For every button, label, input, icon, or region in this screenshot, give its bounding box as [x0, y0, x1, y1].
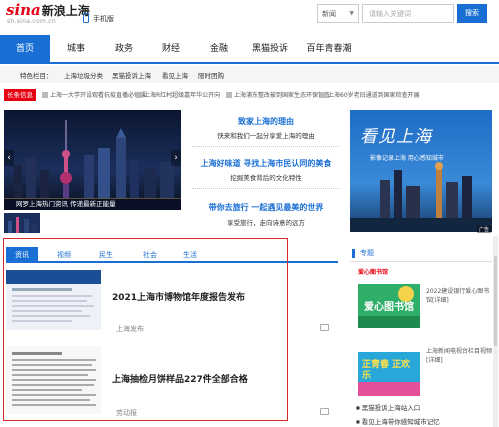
nav-item-finance[interactable]: 财经 [148, 35, 194, 64]
ticker-item[interactable]: 上海R红村超级嘉年华公开向 [136, 90, 220, 99]
thumbnail-icon [136, 92, 142, 98]
side-link[interactable]: 黑猫投诉上海站入口 [356, 402, 421, 412]
nav-item-home[interactable]: 首页 [0, 35, 50, 64]
mobile-version-link[interactable]: 手机版 [93, 14, 114, 24]
scrollbar[interactable] [493, 236, 498, 427]
feature-subtitle: 快来和我们一起分享爱上海的理由 [217, 132, 315, 140]
news-source: 上海发布 [116, 325, 144, 333]
sina-logo[interactable]: sina新浪上海 [6, 2, 90, 19]
topics-header: 专题 [350, 245, 492, 262]
special-link-complaints[interactable]: 黑猫投诉上海 [112, 70, 151, 80]
ad-badge: 广告 [477, 226, 492, 233]
search-input[interactable]: 请输入关键词 [362, 4, 454, 23]
topic-text[interactable]: 上海新闻电视台栏目视频[详细] [426, 347, 492, 365]
nav-item-youth[interactable]: 百年青春潮 [296, 35, 362, 64]
topic-text[interactable]: 2022建设银行爱心图书馆[详细] [426, 287, 492, 305]
ticker-item[interactable]: 上海60岁老旧通道到国家检查开展 [320, 90, 420, 99]
comment-icon[interactable] [320, 324, 329, 331]
feature-title[interactable]: 带你去旅行 一起遇见最美的世界 [182, 202, 350, 213]
search-button[interactable]: 搜索 [457, 4, 487, 23]
nav-item-government[interactable]: 政务 [101, 35, 147, 64]
nav-item-city[interactable]: 城事 [53, 35, 99, 64]
ticker-item[interactable]: 上海一大学开设观看抗疫直播必修课 [42, 90, 146, 99]
special-link-see-shanghai[interactable]: 看见上海 [162, 70, 188, 80]
scrollbar-thumb[interactable] [494, 256, 497, 346]
main-nav: 首页 城事 政务 财经 金融 黑猫投诉 百年青春潮 [0, 35, 499, 64]
news-ticker: 长条信息 上海一大学开设观看抗疫直播必修课 上海R红村超级嘉年华公开向 上海浦东… [0, 88, 499, 102]
news-source: 劳动报 [116, 409, 137, 417]
ticker-item[interactable]: 上海浦东整改被到国家生态环保督查 [226, 90, 330, 99]
news-title[interactable]: 2021上海市博物馆年度报告发布 [112, 290, 245, 303]
feature-subtitle: 挖掘美食背后的文化特性 [230, 174, 302, 182]
special-link-garbage[interactable]: 上海垃圾分类 [64, 70, 103, 80]
feature-title[interactable]: 上海好味道 寻找上海市民认同的美食 [182, 158, 350, 169]
chevron-left-icon[interactable]: ‹ [4, 150, 14, 166]
side-link[interactable]: 看见上海带你感知城市记忆 [356, 416, 440, 426]
special-columns-label: 特色栏目： [20, 72, 53, 80]
thumbnail-icon [42, 92, 48, 98]
nav-item-banking[interactable]: 金融 [196, 35, 242, 64]
comment-icon[interactable] [320, 408, 329, 415]
special-link-group-buy[interactable]: 限时团购 [198, 70, 224, 80]
site-url: sh.sina.com.cn [7, 18, 57, 25]
hero-caption[interactable]: 网罗上海热门资讯 传递最新正能量 [4, 198, 181, 210]
topics-sub-label: 爱心图书馆 [358, 269, 389, 276]
phone-icon [83, 13, 89, 23]
news-thumbnail[interactable] [6, 270, 101, 330]
thumbnail-icon [226, 92, 232, 98]
ad-headline: 看见上海 [360, 127, 432, 147]
ticker-tag: 长条信息 [4, 89, 36, 101]
hero-thumbnail[interactable] [4, 213, 40, 233]
ad-subline: 影像记录上海 用心感知城市 [370, 155, 444, 162]
chevron-right-icon[interactable]: › [171, 150, 181, 166]
special-columns-bar: 特色栏目： 上海垃圾分类 黑猫投诉上海 看见上海 限时团购 [0, 66, 499, 83]
divider [192, 146, 340, 147]
search-category-select[interactable]: 新闻 ▼ [317, 4, 359, 23]
feature-title[interactable]: 致家上海的理由 [192, 116, 340, 127]
divider [192, 188, 340, 189]
hero-slide-image[interactable] [4, 110, 181, 210]
thumbnail-icon [320, 92, 326, 98]
feature-subtitle: 享受旅行，走向诗意的远方 [227, 219, 305, 227]
search-category-value: 新闻 [322, 10, 336, 18]
news-title[interactable]: 上海抽检月饼样品227件全部合格 [112, 372, 248, 385]
nav-item-complaints[interactable]: 黑猫投诉 [244, 35, 296, 64]
topic-image-text: 正青春 正欢乐 [362, 360, 411, 381]
news-thumbnail[interactable] [6, 346, 101, 414]
chevron-down-icon: ▼ [349, 10, 354, 17]
topic-image-text: 爱心图书馆 [364, 302, 414, 313]
